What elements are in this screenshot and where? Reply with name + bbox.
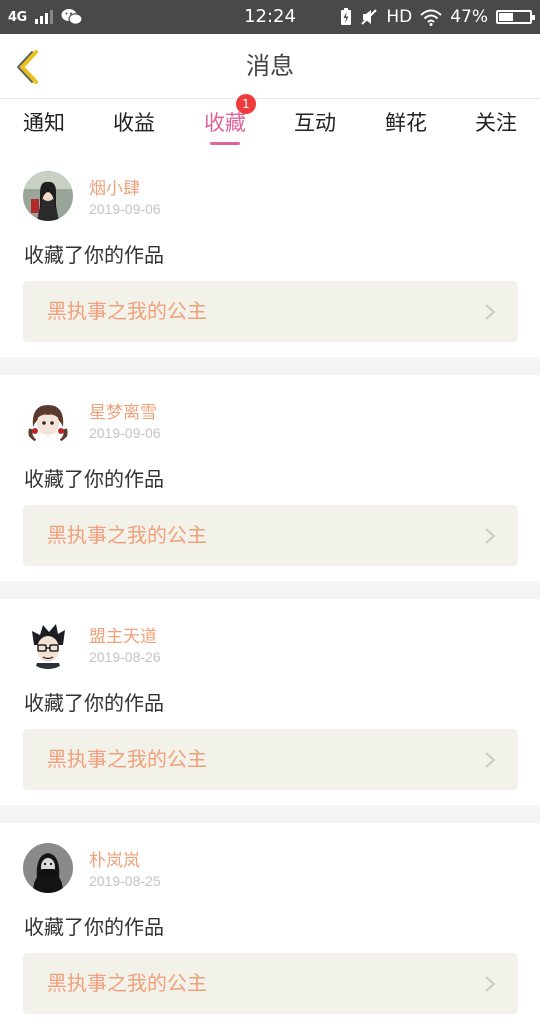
tab-earnings[interactable]: 收益 bbox=[99, 99, 169, 151]
work-link[interactable]: 黑执事之我的公主 bbox=[23, 953, 518, 1014]
work-link[interactable]: 黑执事之我的公主 bbox=[23, 505, 518, 566]
chevron-right-icon bbox=[485, 976, 496, 992]
user-name[interactable]: 盟主天道 bbox=[89, 622, 157, 647]
tab-flowers[interactable]: 鲜花 bbox=[371, 99, 441, 151]
tab-label: 关注 bbox=[475, 111, 517, 135]
date: 2019-09-06 bbox=[89, 425, 161, 441]
tab-follow[interactable]: 关注 bbox=[461, 99, 531, 151]
avatar[interactable] bbox=[23, 395, 73, 445]
tab-label: 通知 bbox=[23, 111, 65, 135]
chevron-right-icon bbox=[485, 304, 496, 320]
divider bbox=[0, 805, 540, 823]
divider bbox=[0, 357, 540, 375]
work-title: 黑执事之我的公主 bbox=[47, 523, 207, 547]
list-item: 星梦离雪 2019-09-06 收藏了你的作品 黑执事之我的公主 bbox=[0, 375, 540, 581]
mute-icon bbox=[361, 9, 378, 25]
list-item: 盟主天道 2019-08-26 收藏了你的作品 黑执事之我的公主 bbox=[0, 599, 540, 805]
message-list: 烟小肆 2019-09-06 收藏了你的作品 黑执事之我的公主 星梦离雪 201… bbox=[0, 151, 540, 1029]
work-title: 黑执事之我的公主 bbox=[47, 971, 207, 995]
work-link[interactable]: 黑执事之我的公主 bbox=[23, 281, 518, 342]
work-title: 黑执事之我的公主 bbox=[47, 747, 207, 771]
action-text: 收藏了你的作品 bbox=[24, 243, 164, 267]
wifi-icon bbox=[420, 9, 442, 26]
action-text: 收藏了你的作品 bbox=[24, 691, 164, 715]
tab-label: 收益 bbox=[113, 111, 155, 135]
work-title: 黑执事之我的公主 bbox=[47, 299, 207, 323]
battery-percent: 47% bbox=[450, 7, 488, 27]
chevron-right-icon bbox=[485, 528, 496, 544]
user-name[interactable]: 星梦离雪 bbox=[89, 398, 157, 423]
tab-notification[interactable]: 通知 bbox=[9, 99, 79, 151]
status-bar: 4G 12:24 HD 47% bbox=[0, 0, 540, 34]
divider bbox=[0, 581, 540, 599]
avatar[interactable] bbox=[23, 171, 73, 221]
charging-icon bbox=[341, 8, 352, 25]
tab-favorites[interactable]: 收藏 1 bbox=[190, 94, 260, 151]
user-name[interactable]: 烟小肆 bbox=[89, 174, 140, 199]
tab-label: 鲜花 bbox=[385, 111, 427, 135]
action-text: 收藏了你的作品 bbox=[24, 467, 164, 491]
hd-indicator: HD bbox=[386, 7, 413, 27]
action-text: 收藏了你的作品 bbox=[24, 915, 164, 939]
user-name[interactable]: 朴岚岚 bbox=[89, 846, 140, 871]
page-title: 消息 bbox=[246, 52, 294, 80]
chevron-right-icon bbox=[485, 752, 496, 768]
date: 2019-09-06 bbox=[89, 201, 161, 217]
battery-icon bbox=[496, 10, 535, 24]
back-button[interactable] bbox=[10, 48, 50, 84]
list-item: 朴岚岚 2019-08-25 收藏了你的作品 黑执事之我的公主 bbox=[0, 823, 540, 1029]
date: 2019-08-25 bbox=[89, 873, 161, 889]
active-tab-indicator bbox=[210, 142, 240, 145]
work-link[interactable]: 黑执事之我的公主 bbox=[23, 729, 518, 790]
tab-bar: 通知 收益 收藏 1 互动 鲜花 关注 bbox=[0, 94, 540, 151]
tab-label: 收藏 bbox=[204, 111, 246, 135]
unread-badge: 1 bbox=[236, 94, 256, 114]
back-arrow-icon bbox=[17, 50, 38, 84]
tab-label: 互动 bbox=[294, 111, 336, 135]
date: 2019-08-26 bbox=[89, 649, 161, 665]
header: 消息 bbox=[0, 34, 540, 99]
list-item: 烟小肆 2019-09-06 收藏了你的作品 黑执事之我的公主 bbox=[0, 151, 540, 357]
avatar[interactable] bbox=[23, 843, 73, 893]
tab-interaction[interactable]: 互动 bbox=[280, 99, 350, 151]
avatar[interactable] bbox=[23, 619, 73, 669]
